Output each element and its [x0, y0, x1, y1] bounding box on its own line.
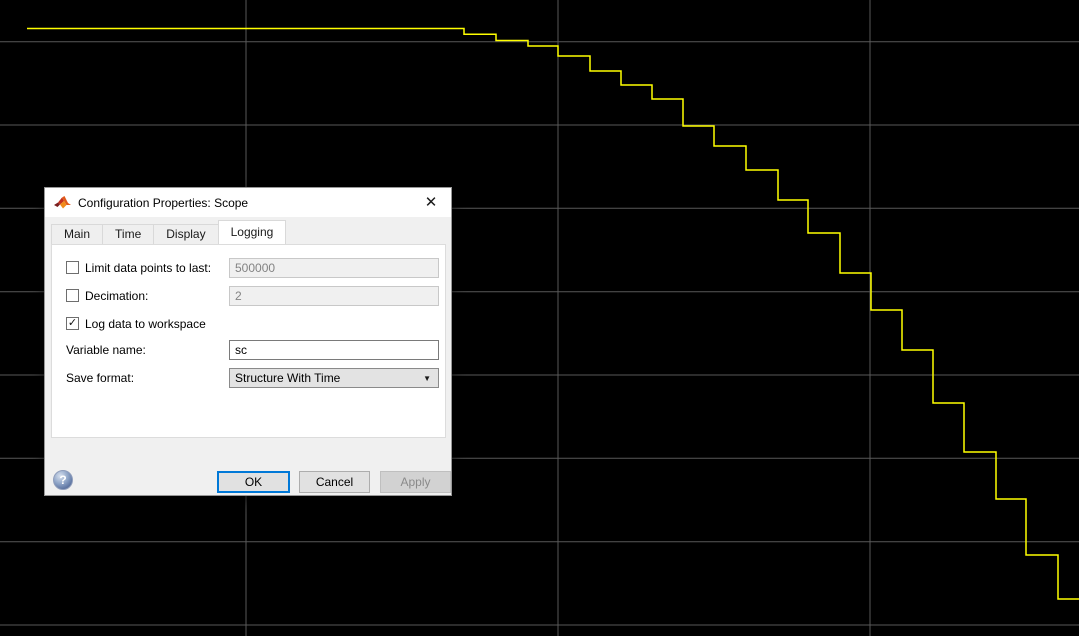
logging-tab-panel: Limit data points to last: Decimation: ✓…: [51, 244, 446, 438]
decimation-input[interactable]: [229, 286, 439, 306]
limit-data-points-label: Limit data points to last:: [85, 261, 211, 275]
decimation-label: Decimation:: [85, 289, 148, 303]
cancel-button[interactable]: Cancel: [299, 471, 370, 493]
save-format-row: Save format: Structure With Time ▼: [52, 368, 445, 388]
log-data-label: Log data to workspace: [85, 317, 206, 331]
apply-button[interactable]: Apply: [380, 471, 451, 493]
ok-button[interactable]: OK: [217, 471, 290, 493]
tab-time[interactable]: Time: [102, 224, 154, 244]
decimation-checkbox[interactable]: [66, 289, 79, 302]
tab-display[interactable]: Display: [153, 224, 218, 244]
log-data-row: ✓ Log data to workspace: [52, 314, 445, 334]
scope-window: { "window": { "title": "Configuration Pr…: [0, 0, 1079, 636]
tab-strip: Main Time Display Logging: [51, 220, 447, 244]
log-data-checkbox[interactable]: ✓: [66, 317, 79, 330]
matlab-logo-icon: [54, 196, 71, 210]
tab-main[interactable]: Main: [51, 224, 103, 244]
save-format-label: Save format:: [66, 371, 134, 385]
tab-logging[interactable]: Logging: [218, 220, 287, 244]
variable-name-input[interactable]: [229, 340, 439, 360]
help-button[interactable]: ?: [53, 470, 73, 490]
dialog-button-row: ? OK Cancel Apply: [45, 438, 453, 496]
configuration-properties-dialog: Configuration Properties: Scope ✕ Main T…: [44, 187, 452, 496]
close-icon[interactable]: ✕: [421, 192, 441, 212]
dialog-titlebar[interactable]: Configuration Properties: Scope ✕: [45, 188, 451, 217]
decimation-row: Decimation:: [52, 286, 445, 306]
save-format-value: Structure With Time: [235, 371, 423, 385]
limit-data-points-checkbox[interactable]: [66, 261, 79, 274]
limit-data-points-input[interactable]: [229, 258, 439, 278]
variable-name-label: Variable name:: [66, 343, 146, 357]
chevron-down-icon: ▼: [423, 374, 431, 383]
save-format-dropdown[interactable]: Structure With Time ▼: [229, 368, 439, 388]
limit-data-points-row: Limit data points to last:: [52, 258, 445, 278]
dialog-title: Configuration Properties: Scope: [78, 196, 248, 210]
variable-name-row: Variable name:: [52, 340, 445, 360]
